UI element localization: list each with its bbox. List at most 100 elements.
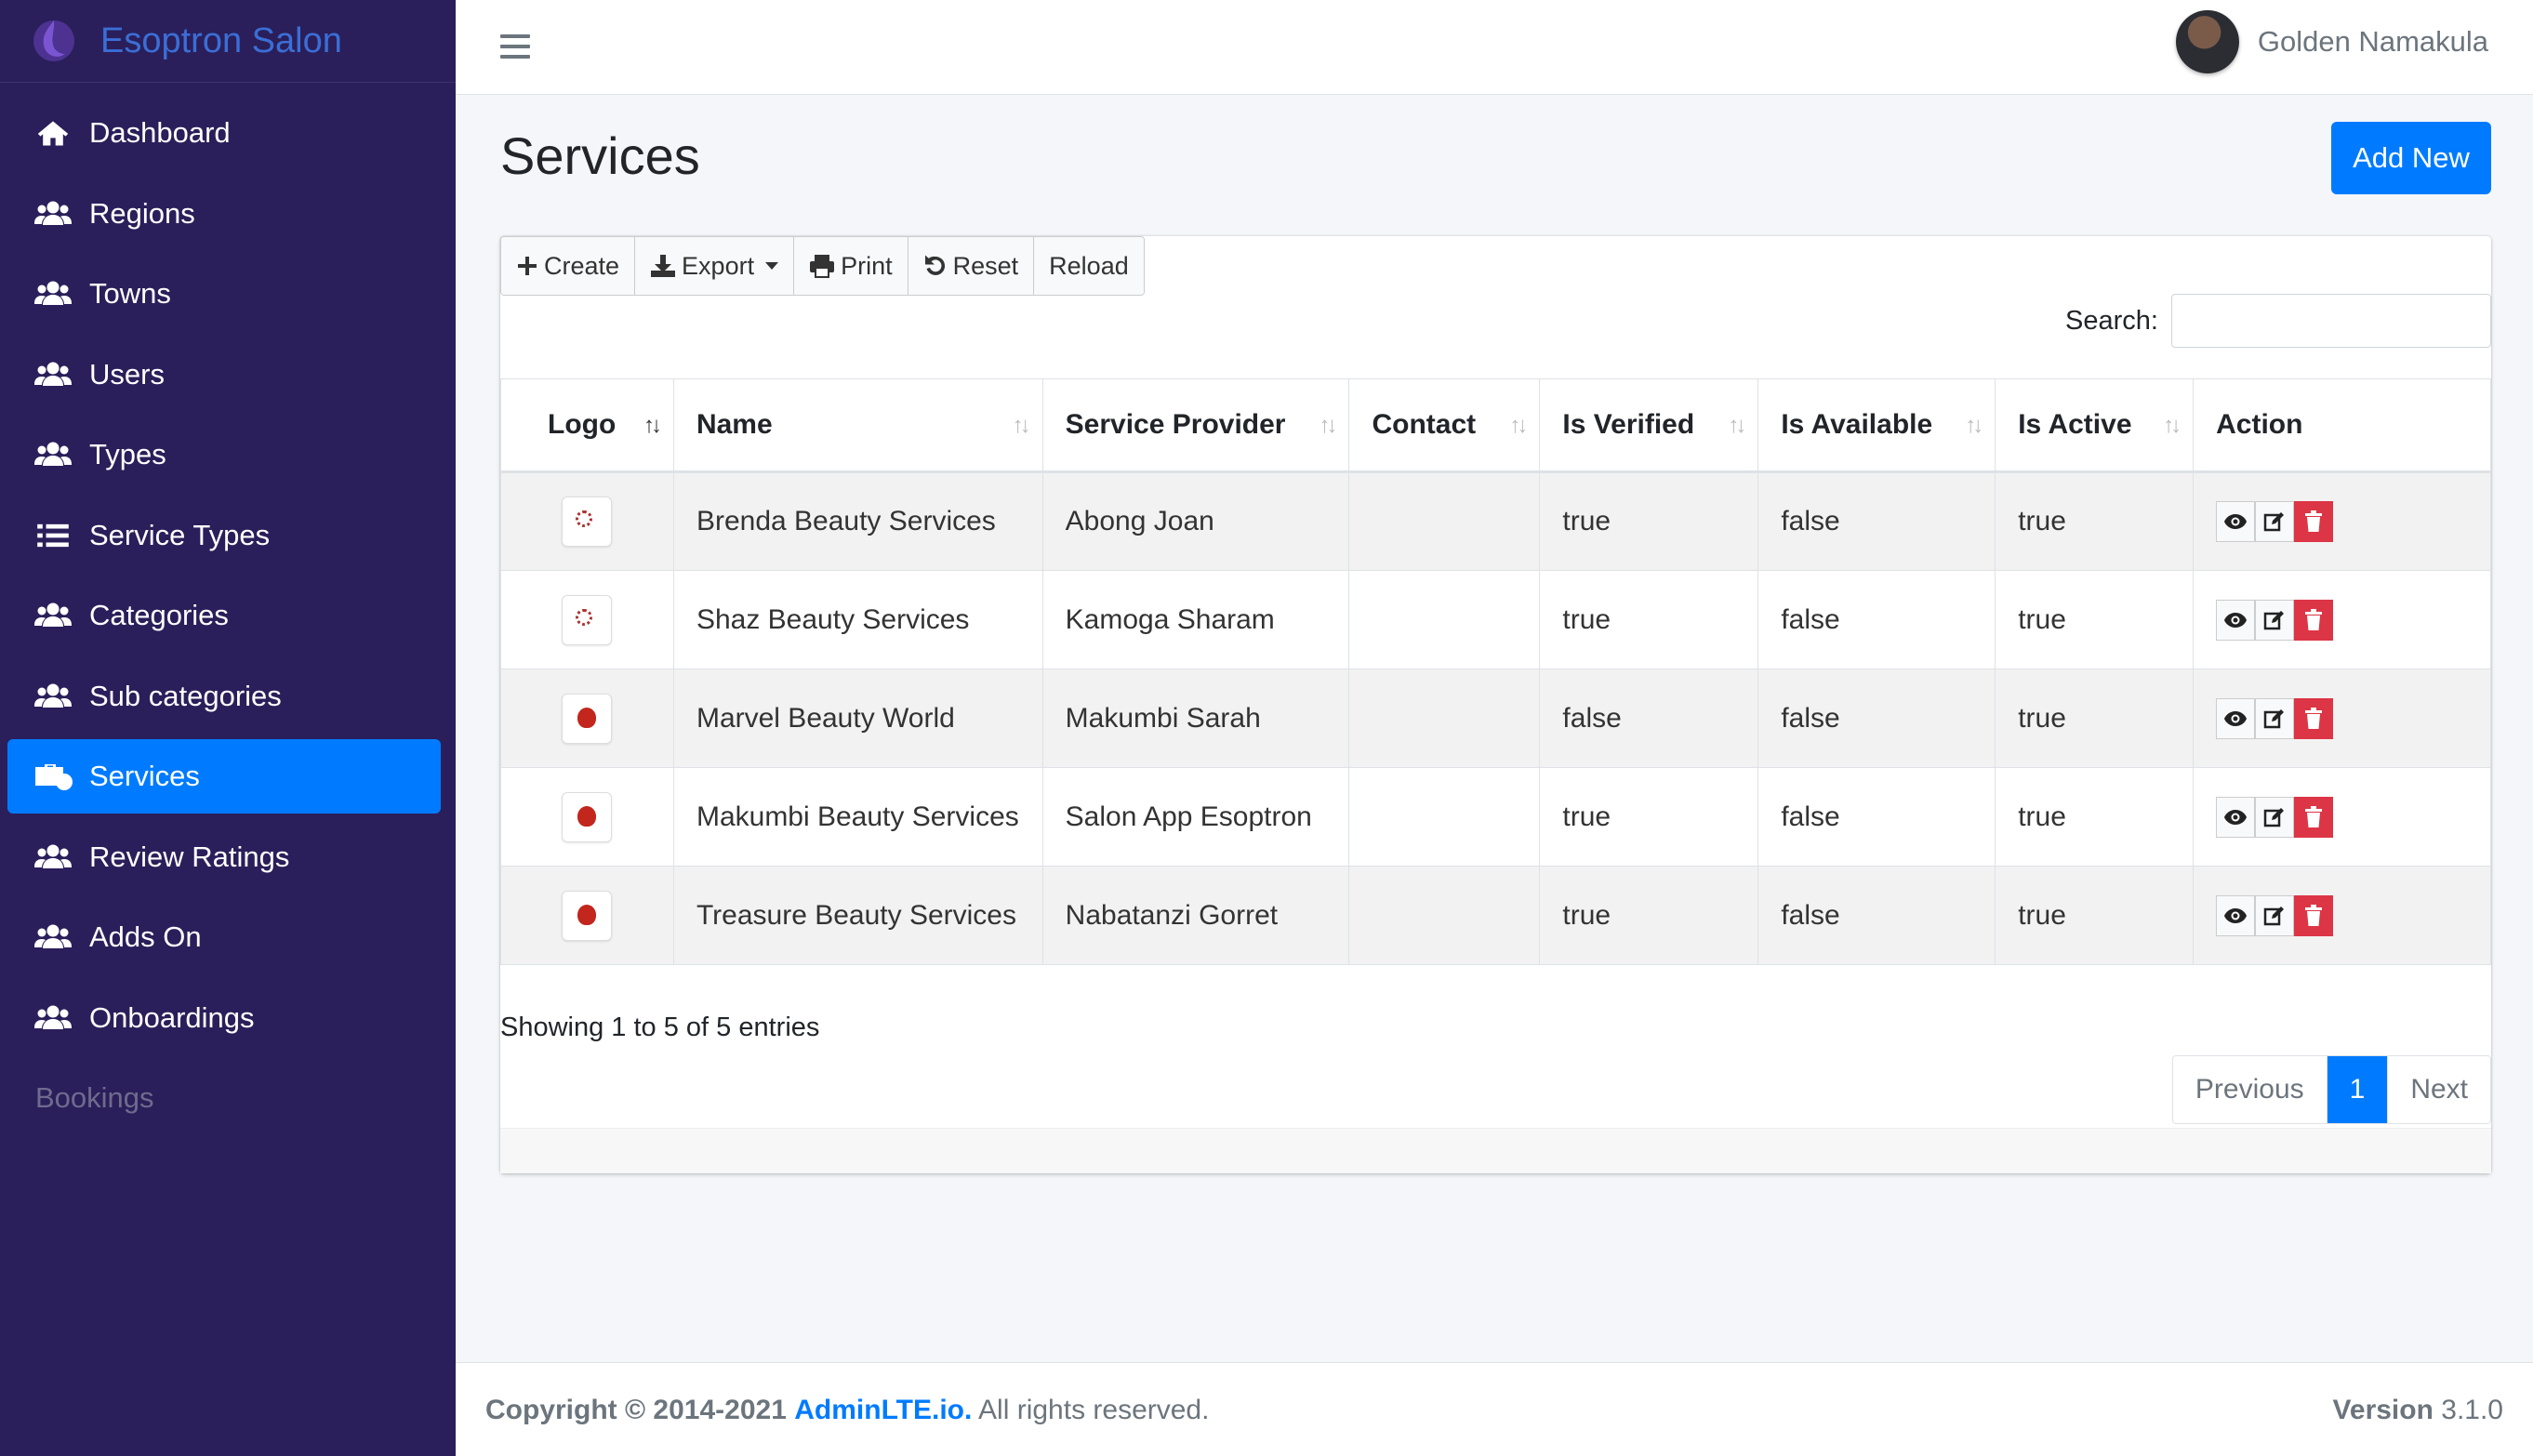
column-header-is-available[interactable]: Is Available ↑↓ — [1757, 378, 1996, 473]
edit-button[interactable] — [2255, 697, 2295, 739]
view-button[interactable] — [2216, 599, 2256, 641]
card-footer — [500, 1128, 2491, 1173]
active-cell: true — [1995, 767, 2195, 867]
provider-cell: Kamoga Sharam — [1041, 570, 1350, 669]
table-row: Shaz Beauty Services Kamoga Sharam true … — [500, 570, 2491, 669]
previous-page-button[interactable]: Previous — [2172, 1056, 2327, 1123]
briefcase-clock-icon — [33, 761, 73, 791]
column-header-name[interactable]: Name ↑↓ — [672, 378, 1043, 473]
sidebar-item-onboardings[interactable]: Onboardings — [7, 981, 441, 1055]
verified-cell: true — [1539, 570, 1759, 669]
provider-cell: Abong Joan — [1041, 471, 1350, 571]
contact-cell — [1348, 471, 1541, 571]
sidebar-item-regions[interactable]: Regions — [7, 177, 441, 251]
available-cell: false — [1757, 668, 1996, 768]
print-icon — [810, 255, 835, 278]
rose-logo-icon — [562, 890, 613, 941]
logo-cell — [500, 570, 674, 669]
users-icon — [33, 601, 73, 630]
sidebar-item-towns[interactable]: Towns — [7, 257, 441, 331]
delete-button[interactable] — [2294, 501, 2334, 542]
print-button[interactable]: Print — [794, 237, 908, 295]
column-header-logo[interactable]: Logo ↑↓ — [500, 378, 674, 473]
sidebar-item-dashboard[interactable]: Dashboard — [7, 96, 441, 170]
add-new-button[interactable]: Add New — [2331, 122, 2491, 194]
delete-button[interactable] — [2294, 599, 2334, 641]
menu-toggle-icon[interactable] — [500, 28, 530, 65]
export-button[interactable]: Export — [635, 237, 795, 295]
edit-button[interactable] — [2255, 501, 2295, 542]
table-row: Brenda Beauty Services Abong Joan true f… — [500, 471, 2491, 571]
view-button[interactable] — [2216, 894, 2256, 936]
edit-button[interactable] — [2255, 796, 2295, 838]
name-cell: Makumbi Beauty Services — [672, 767, 1043, 867]
export-label: Export — [682, 251, 755, 280]
sidebar-item-services[interactable]: Services — [7, 739, 441, 814]
sort-asc-icon: ↑↓ — [643, 413, 662, 438]
search-box: Search: — [2065, 294, 2491, 348]
edit-button[interactable] — [2255, 599, 2295, 641]
view-button[interactable] — [2216, 796, 2256, 838]
sort-icon: ↑↓ — [2163, 413, 2182, 438]
copyright: Copyright © 2014-2021 AdminLTE.io. All r… — [485, 1395, 1209, 1426]
sidebar-item-review-ratings[interactable]: Review Ratings — [7, 820, 441, 894]
undo-icon — [924, 255, 945, 275]
name-cell: Shaz Beauty Services — [672, 570, 1043, 669]
view-button[interactable] — [2216, 501, 2256, 542]
provider-cell: Salon App Esoptron — [1041, 767, 1350, 867]
copyright-text: Copyright © 2014-2021 — [485, 1395, 787, 1425]
sidebar-nav: Dashboard Regions Towns Users Types Serv… — [0, 83, 456, 1135]
delete-button[interactable] — [2294, 796, 2334, 838]
page-title: Services — [500, 126, 700, 185]
eye-icon — [2224, 612, 2248, 628]
provider-cell: Makumbi Sarah — [1041, 668, 1350, 768]
reset-button[interactable]: Reset — [908, 237, 1035, 295]
action-cell — [2193, 767, 2491, 867]
sidebar: Esoptron Salon Dashboard Regions Towns U… — [0, 0, 456, 1456]
available-cell: false — [1757, 866, 1996, 965]
sidebar-item-adds-on[interactable]: Adds On — [7, 900, 441, 974]
rose-logo-icon — [562, 791, 613, 842]
column-header-is-verified[interactable]: Is Verified ↑↓ — [1539, 378, 1759, 473]
brand-logo-icon — [33, 20, 74, 61]
sidebar-item-service-types[interactable]: Service Types — [7, 498, 441, 573]
next-page-button[interactable]: Next — [2388, 1056, 2490, 1123]
caret-down-icon — [765, 262, 779, 270]
edit-icon — [2263, 906, 2285, 925]
avatar[interactable] — [2175, 10, 2239, 73]
view-button[interactable] — [2216, 697, 2256, 739]
delete-button[interactable] — [2294, 894, 2334, 936]
logo-cell — [500, 767, 674, 867]
sidebar-item-users[interactable]: Users — [7, 338, 441, 412]
action-cell — [2193, 668, 2491, 768]
search-label: Search: — [2065, 305, 2158, 336]
sidebar-item-label: Types — [89, 438, 166, 470]
search-input[interactable] — [2171, 294, 2491, 348]
top-navbar: Golden Namakula — [456, 0, 2533, 95]
sidebar-item-label: Regions — [89, 196, 195, 230]
column-header-is-active[interactable]: Is Active ↑↓ — [1995, 378, 2195, 473]
sidebar-item-types[interactable]: Types — [7, 417, 441, 492]
user-menu[interactable]: Golden Namakula — [2175, 9, 2488, 74]
reload-label: Reload — [1049, 251, 1129, 280]
create-button[interactable]: Create — [501, 237, 636, 295]
delete-button[interactable] — [2294, 697, 2334, 739]
reload-button[interactable]: Reload — [1034, 237, 1144, 295]
download-icon — [651, 255, 676, 277]
sidebar-item-categories[interactable]: Categories — [7, 578, 441, 653]
action-cell — [2193, 570, 2491, 669]
column-header-service-provider[interactable]: Service Provider ↑↓ — [1041, 378, 1350, 473]
sidebar-item-sub-categories[interactable]: Sub categories — [7, 659, 441, 734]
edit-button[interactable] — [2255, 894, 2295, 936]
action-cell — [2193, 471, 2491, 571]
edit-icon — [2263, 610, 2285, 629]
logo-cell — [500, 668, 674, 768]
sidebar-item-label: Users — [89, 357, 165, 390]
user-name[interactable]: Golden Namakula — [2258, 25, 2488, 59]
plus-icon — [518, 257, 537, 275]
column-header-contact[interactable]: Contact ↑↓ — [1348, 378, 1541, 473]
page-button[interactable]: 1 — [2327, 1056, 2389, 1123]
adminlte-link[interactable]: AdminLTE.io. — [794, 1395, 972, 1425]
brand[interactable]: Esoptron Salon — [0, 0, 456, 83]
name-cell: Treasure Beauty Services — [672, 866, 1043, 965]
